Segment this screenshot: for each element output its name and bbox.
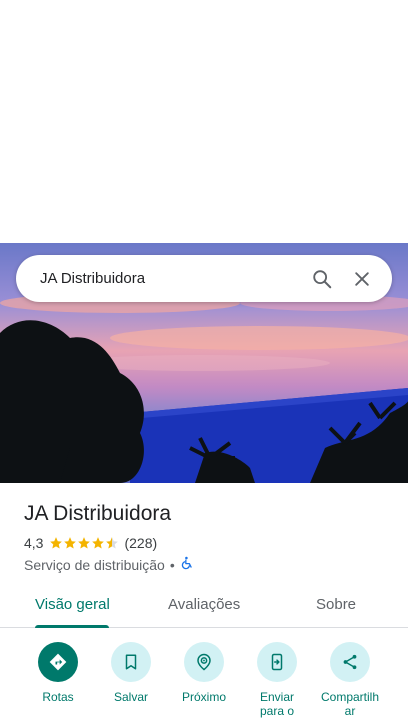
active-tab-indicator <box>35 625 109 628</box>
save-button[interactable]: Salvar <box>91 642 171 704</box>
search-icon[interactable] <box>302 259 342 299</box>
search-bar[interactable]: JA Distribuidora <box>16 255 392 302</box>
share-label: Compartilhar <box>320 690 380 718</box>
nearby-label: Próximo <box>181 690 226 704</box>
star-icon <box>78 537 91 549</box>
category-row: Serviço de distribuição • <box>24 556 194 573</box>
directions-label: Rotas <box>42 690 74 704</box>
rating-row[interactable]: 4,3 (228) <box>24 535 157 551</box>
share-icon <box>330 642 370 682</box>
place-tabs: Visão geral Avaliações Sobre <box>0 586 408 628</box>
send-to-phone-button[interactable]: Enviar para o <box>237 642 317 718</box>
tab-about[interactable]: Sobre <box>316 596 356 613</box>
half-star-icon <box>106 537 119 549</box>
share-button[interactable]: Compartilhar <box>310 642 390 718</box>
star-icon <box>50 537 63 549</box>
action-buttons: Rotas Salvar Próximo Enviar para o Compa… <box>0 642 408 726</box>
nearby-icon <box>184 642 224 682</box>
place-category: Serviço de distribuição <box>24 556 165 573</box>
rating-value: 4,3 <box>24 535 44 551</box>
bookmark-icon <box>111 642 151 682</box>
search-query[interactable]: JA Distribuidora <box>40 270 302 287</box>
tab-overview[interactable]: Visão geral <box>35 596 110 613</box>
map-area-blank <box>0 0 408 243</box>
rating-stars <box>49 536 119 550</box>
review-count[interactable]: (228) <box>124 535 157 551</box>
send-to-phone-label: Enviar para o <box>259 690 295 718</box>
directions-icon <box>38 642 78 682</box>
separator-dot: • <box>169 556 175 573</box>
place-title: JA Distribuidora <box>24 502 172 525</box>
save-label: Salvar <box>113 690 148 704</box>
tab-reviews[interactable]: Avaliações <box>168 596 240 613</box>
nearby-button[interactable]: Próximo <box>164 642 244 704</box>
wheelchair-accessible-icon <box>180 556 194 573</box>
star-icon <box>92 537 105 549</box>
directions-button[interactable]: Rotas <box>18 642 98 704</box>
star-icon <box>64 537 77 549</box>
close-icon[interactable] <box>342 259 382 299</box>
send-to-phone-icon <box>257 642 297 682</box>
